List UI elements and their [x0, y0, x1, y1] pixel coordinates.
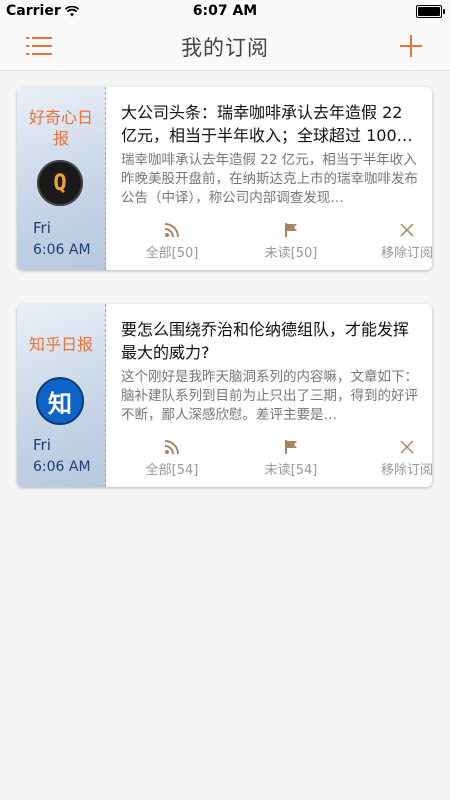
source-logo: Q — [37, 160, 83, 206]
source-name: 好奇心日报 — [28, 108, 93, 148]
subscription-card[interactable]: 好奇心日报 Q Fri 6:06 AM 大公司头条：瑞幸咖啡承认去年造假 22 … — [17, 87, 432, 270]
unread-label: 未读[50] — [264, 246, 318, 261]
article-title[interactable]: 大公司头条：瑞幸咖啡承认去年造假 22 亿元，相当于半年收入；全球超过 100… — [121, 101, 418, 147]
unread-button[interactable]: 未读[50] — [246, 220, 336, 262]
wifi-icon — [64, 5, 79, 16]
unread-label: 未读[54] — [264, 463, 318, 478]
card-actions: 全部[54] 未读[54] 移除订阅 — [105, 437, 432, 479]
close-icon — [400, 223, 414, 237]
page-title: 我的订阅 — [181, 36, 269, 60]
article-title[interactable]: 要怎么围绕乔治和伦纳德组队，才能发挥最大的威力? — [121, 318, 418, 364]
source-day: Fri — [33, 219, 51, 237]
article-summary: 这个刚好是我昨天脑洞系列的内容嘛，文章如下： 脑补建队系列到目前为止只出了三期，… — [121, 369, 418, 423]
remove-subscription-label: 移除订阅 — [380, 246, 432, 261]
source-time: 6:06 AM — [33, 242, 91, 258]
battery-level — [418, 6, 440, 16]
all-articles-label: 全部[50] — [145, 246, 199, 261]
nav-bar: 我的订阅 — [0, 22, 450, 71]
status-right — [416, 4, 450, 18]
unread-button[interactable]: 未读[54] — [246, 437, 336, 479]
article-summary: 瑞幸咖啡承认去年造假 22 亿元，相当于半年收入 昨晚美股开盘前，在纳斯达克上市… — [121, 152, 418, 206]
subscription-card[interactable]: 知乎日报 知 Fri 6:06 AM 要怎么围绕乔治和伦纳德组队，才能发挥最大的… — [17, 304, 432, 487]
card-actions: 全部[50] 未读[50] 移除订阅 — [105, 220, 432, 262]
carrier-label: Carrier — [6, 3, 61, 19]
card-source-panel: 好奇心日报 Q Fri 6:06 AM — [17, 87, 106, 270]
flag-icon — [285, 440, 297, 454]
source-name: 知乎日报 — [28, 335, 93, 354]
source-logo: 知 — [36, 377, 84, 425]
card-source-panel: 知乎日报 知 Fri 6:06 AM — [17, 304, 106, 487]
status-bar: Carrier 6:07 AM — [0, 0, 450, 22]
source-time: 6:06 AM — [33, 459, 91, 475]
all-articles-button[interactable]: 全部[50] — [127, 220, 217, 262]
remove-subscription-button[interactable]: 移除订阅 — [362, 437, 432, 479]
source-logo-letter: Q — [53, 170, 67, 196]
remove-subscription-label: 移除订阅 — [380, 463, 432, 478]
plus-icon[interactable] — [400, 35, 422, 57]
flag-icon — [285, 223, 297, 237]
source-logo-letter: 知 — [48, 389, 72, 418]
all-articles-button[interactable]: 全部[54] — [127, 437, 217, 479]
battery-icon — [416, 4, 445, 18]
source-day: Fri — [33, 436, 51, 454]
all-articles-label: 全部[54] — [145, 463, 199, 478]
close-icon — [400, 440, 414, 454]
remove-subscription-button[interactable]: 移除订阅 — [362, 220, 432, 262]
rss-icon — [164, 440, 179, 455]
rss-icon — [164, 223, 179, 238]
status-left: Carrier — [0, 3, 79, 19]
